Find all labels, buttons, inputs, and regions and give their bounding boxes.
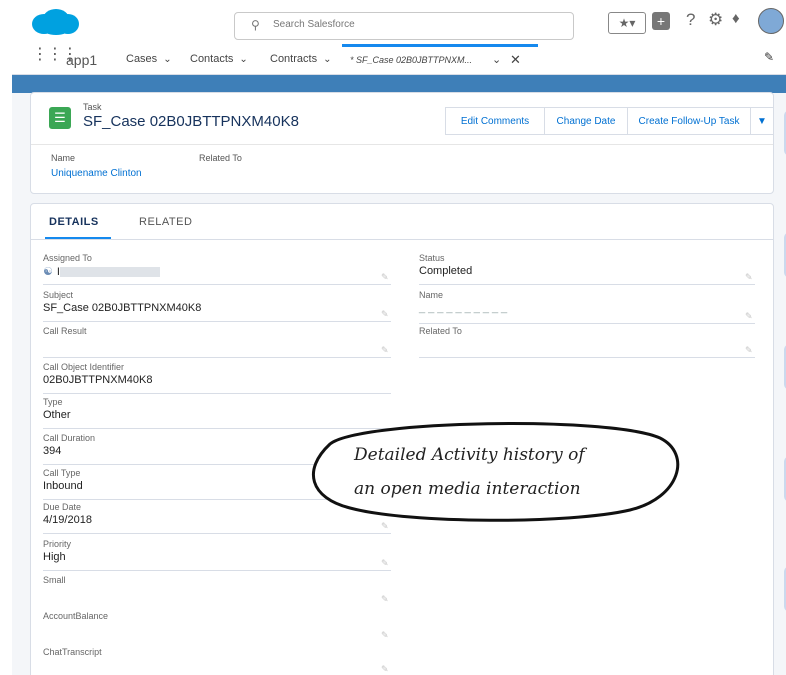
field-account-balance: AccountBalance ✎: [43, 611, 389, 641]
edit-pencil-icon[interactable]: ✎: [381, 345, 389, 356]
app-launcher-icon[interactable]: ⋮⋮⋮: [32, 47, 78, 68]
global-search[interactable]: ⚲ Search Salesforce: [234, 12, 574, 40]
nav-tab-cases[interactable]: Cases ⌄: [126, 53, 172, 65]
field-subject: Subject SF_Case 02B0JBTTPNXM40K8 ✎: [43, 290, 391, 322]
chevron-down-icon[interactable]: ⌄: [163, 54, 171, 65]
field-assigned-to: Assigned To ☯ I ✎: [43, 253, 391, 285]
edit-pencil-icon[interactable]: ✎: [745, 272, 753, 283]
chevron-down-icon: ▼: [757, 116, 767, 127]
edit-nav-pencil-icon[interactable]: ✎: [764, 50, 774, 64]
salesforce-window: ⚲ Search Salesforce ★▾ + ? ⚙ ♦ ⋮⋮⋮ app1 …: [12, 0, 786, 675]
edit-pencil-icon[interactable]: ✎: [381, 521, 389, 532]
nav-tab-contacts[interactable]: Contacts ⌄: [190, 53, 248, 65]
field-priority: Priority High ✎: [43, 539, 391, 571]
redacted-name: __________: [419, 302, 511, 314]
chevron-down-icon[interactable]: ⌄: [323, 54, 331, 65]
brand-banner: [12, 75, 786, 93]
tab-related[interactable]: RELATED: [139, 216, 192, 228]
notifications-bell-icon[interactable]: ♦: [732, 10, 740, 27]
field-call-result: Call Result ✎: [43, 326, 391, 358]
favorites-icon[interactable]: ★▾: [608, 12, 646, 34]
callout-line-2: an open media interaction: [354, 479, 581, 499]
chevron-down-icon[interactable]: ⌄: [492, 53, 501, 66]
divider: [31, 144, 773, 145]
field-related-to: Related To ✎: [419, 326, 755, 358]
field-chat-transcript: ChatTranscript ✎: [43, 647, 389, 675]
redacted-value: [59, 267, 160, 278]
edit-pencil-icon[interactable]: ✎: [381, 558, 389, 569]
user-avatar-icon: ☯: [43, 266, 53, 278]
avatar-icon[interactable]: [758, 8, 784, 34]
object-label: Task: [83, 102, 102, 112]
create-follow-up-task-button[interactable]: Create Follow-Up Task: [627, 107, 751, 135]
field-call-object-identifier: Call Object Identifier 02B0JBTTPNXM40K8: [43, 362, 391, 394]
edit-pencil-icon[interactable]: ✎: [381, 664, 389, 675]
chevron-down-icon[interactable]: ⌄: [239, 54, 247, 65]
field-name: Name __________ ✎: [419, 290, 755, 324]
record-highlights-panel: ☰ Task SF_Case 02B0JBTTPNXM40K8 Edit Com…: [30, 92, 774, 194]
highlight-name-link[interactable]: Uniquename Clinton: [51, 168, 142, 179]
edit-pencil-icon[interactable]: ✎: [745, 345, 753, 356]
global-header: ⚲ Search Salesforce ★▾ + ? ⚙ ♦: [12, 0, 786, 44]
highlight-related-label: Related To: [199, 153, 242, 163]
callout-line-1: Detailed Activity history of: [354, 445, 585, 465]
task-icon: ☰: [49, 107, 71, 129]
annotation-callout: Detailed Activity history of an open med…: [300, 414, 680, 522]
app-name: app1: [66, 52, 98, 68]
app-navigation: ⋮⋮⋮ app1 Cases ⌄ Contacts ⌄ Contracts ⌄ * S…: [12, 44, 786, 75]
edit-pencil-icon[interactable]: ✎: [381, 309, 389, 320]
change-date-button[interactable]: Change Date: [544, 107, 628, 135]
add-icon[interactable]: +: [652, 12, 670, 30]
nav-tab-contracts[interactable]: Contracts ⌄: [270, 53, 331, 65]
nav-tab-active-case[interactable]: * SF_Case 02B0JBTTPNXM... ⌄ ✕: [342, 44, 538, 74]
edit-pencil-icon[interactable]: ✎: [745, 311, 753, 322]
edit-pencil-icon[interactable]: ✎: [381, 594, 389, 605]
edit-comments-button[interactable]: Edit Comments: [445, 107, 545, 135]
record-title: SF_Case 02B0JBTTPNXM40K8: [83, 113, 299, 130]
edit-pencil-icon[interactable]: ✎: [381, 630, 389, 641]
highlight-name-label: Name: [51, 153, 76, 163]
help-icon[interactable]: ?: [686, 10, 695, 30]
search-icon: ⚲: [251, 18, 260, 32]
field-small: Small ✎: [43, 575, 389, 605]
more-actions-button[interactable]: ▼: [750, 107, 774, 135]
field-status: Status Completed ✎: [419, 253, 755, 285]
divider: [31, 239, 773, 240]
setup-gear-icon[interactable]: ⚙: [708, 10, 723, 30]
tab-details[interactable]: DETAILS: [49, 216, 99, 228]
search-input[interactable]: Search Salesforce: [273, 19, 355, 30]
close-icon[interactable]: ✕: [510, 52, 521, 68]
salesforce-cloud-icon[interactable]: [30, 8, 80, 36]
edit-pencil-icon[interactable]: ✎: [381, 272, 389, 283]
